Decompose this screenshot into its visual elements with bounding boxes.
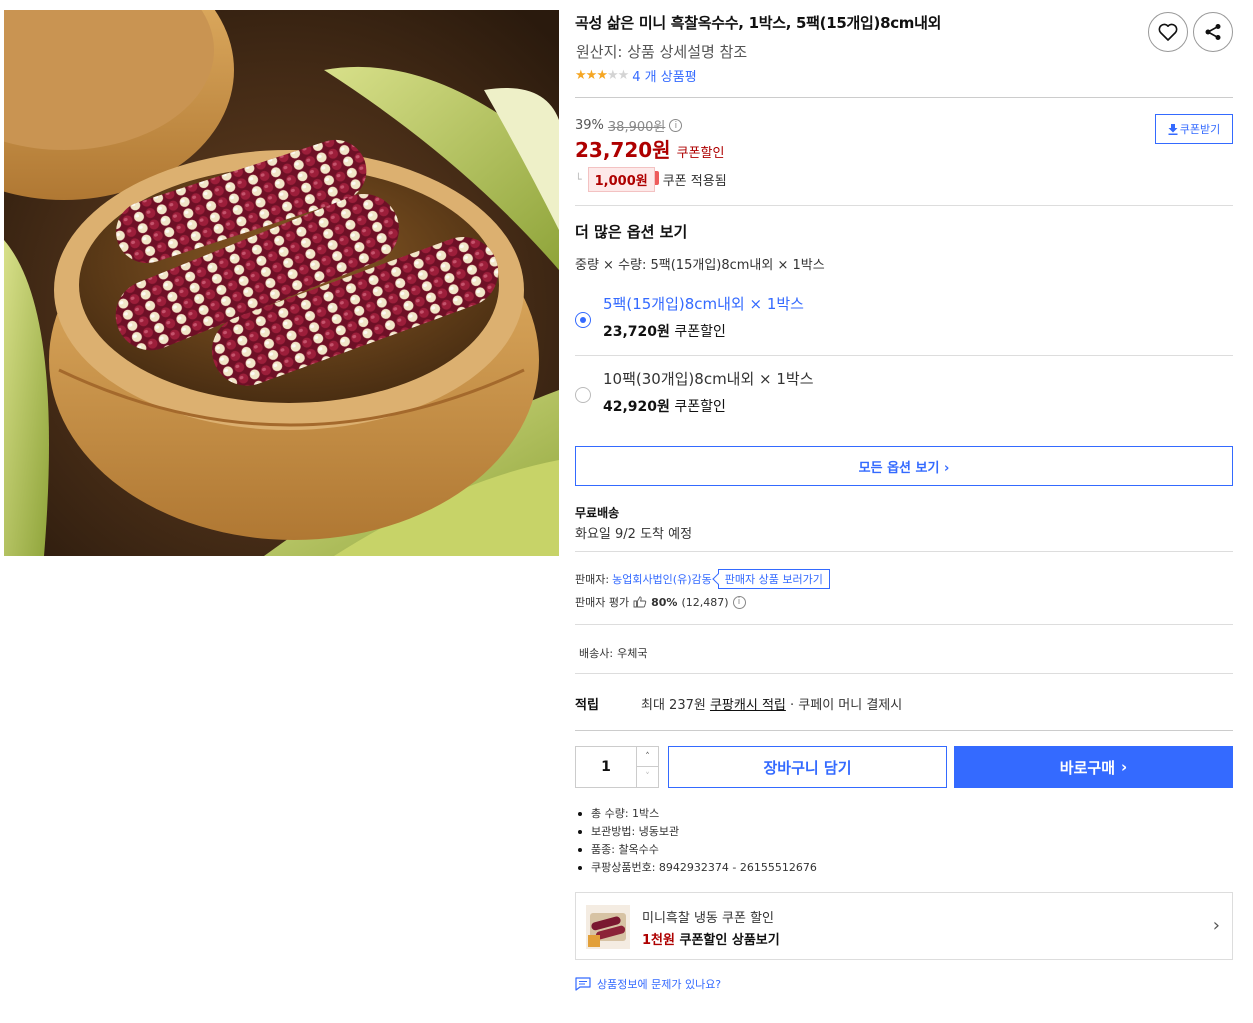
promo-thumbnail bbox=[586, 905, 630, 949]
option-price: 42,920원 bbox=[603, 399, 670, 415]
get-coupon-button[interactable]: 쿠폰받기 bbox=[1155, 114, 1233, 144]
review-count-link[interactable]: 4 개 상품평 bbox=[632, 66, 696, 85]
divider bbox=[575, 97, 1233, 98]
coupon-promo-banner[interactable]: 미니흑찰 냉동 쿠폰 할인 1천원 쿠폰할인 상품보기 › bbox=[575, 892, 1233, 960]
radio-unselected-icon[interactable] bbox=[575, 387, 591, 403]
star-empty-icon: ★ bbox=[606, 68, 619, 83]
seller-name-link[interactable]: 농업회사법인(유)감동 bbox=[612, 571, 712, 587]
option-item-5pack[interactable]: 5팩(15개입)8cm내외 × 1박스 23,720원 쿠폰할인 bbox=[575, 283, 1233, 355]
divider bbox=[575, 730, 1233, 731]
report-link-label: 상품정보에 문제가 있나요? bbox=[597, 978, 722, 991]
carrier-name: 우체국 bbox=[617, 647, 648, 660]
star-icon: ★ bbox=[585, 68, 598, 83]
tree-connector-icon: └ bbox=[575, 173, 582, 186]
list-item: 품종: 찰옥수수 bbox=[575, 841, 817, 859]
reward-text: 최대 237원 쿠팡캐시 적립 · 쿠페이 머니 결제시 bbox=[641, 694, 902, 713]
chevron-right-icon: › bbox=[1121, 758, 1128, 776]
share-icon bbox=[1205, 24, 1221, 40]
arrival-date: 화요일 9/2 도착 예정 bbox=[575, 527, 693, 542]
sale-price-label: 쿠폰할인 bbox=[676, 146, 725, 161]
chat-icon bbox=[575, 977, 591, 991]
reward-amount: 최대 237원 bbox=[641, 698, 706, 713]
radio-selected-icon[interactable] bbox=[575, 312, 591, 328]
quantity-increase-button[interactable]: ˄ bbox=[636, 747, 658, 767]
product-image[interactable] bbox=[4, 10, 559, 556]
divider bbox=[575, 673, 1233, 674]
divider bbox=[575, 624, 1233, 625]
divider bbox=[575, 551, 1233, 552]
seller-products-button[interactable]: 판매자 상품 보러가기 bbox=[717, 569, 830, 589]
product-details-list: 총 수량: 1박스 보관방법: 냉동보관 품종: 찰옥수수 쿠팡상품번호: 89… bbox=[575, 805, 817, 877]
list-item: 보관방법: 냉동보관 bbox=[575, 823, 817, 841]
info-icon[interactable]: i bbox=[669, 119, 683, 132]
option-price-label: 쿠폰할인 bbox=[674, 399, 726, 415]
carrier-row: 배송사: 우체국 bbox=[575, 645, 647, 661]
seller-label: 판매자: bbox=[575, 573, 610, 586]
list-item: 총 수량: 1박스 bbox=[575, 805, 817, 823]
divider bbox=[575, 355, 1233, 356]
option-item-10pack[interactable]: 10팩(30개입)8cm내외 × 1박스 42,920원 쿠폰할인 bbox=[575, 358, 1233, 430]
option-selection-summary: 중량 × 수량: 5팩(15개입)8cm내외 × 1박스 bbox=[575, 258, 825, 273]
view-all-options-button[interactable]: 모든 옵션 보기 › bbox=[575, 446, 1233, 486]
promo-title: 미니흑찰 냉동 쿠폰 할인 bbox=[642, 911, 774, 926]
rating-row: ★★★★★ 4 개 상품평 bbox=[575, 66, 697, 85]
buy-now-button[interactable]: 바로구매 › bbox=[954, 746, 1233, 788]
star-rating: ★★★★★ bbox=[575, 68, 630, 83]
option-name: 5팩(15개입)8cm내외 × 1박스 bbox=[603, 295, 804, 313]
divider bbox=[575, 205, 1233, 206]
sale-price-row: 23,720원 쿠폰할인 bbox=[575, 134, 724, 163]
option-price-label: 쿠폰할인 bbox=[674, 324, 726, 340]
reward-condition: · 쿠페이 머니 결제시 bbox=[790, 698, 903, 713]
star-icon: ★ bbox=[575, 68, 587, 83]
quantity-decrease-button[interactable]: ˅ bbox=[636, 767, 658, 787]
free-shipping-label: 무료배송 bbox=[575, 506, 620, 520]
coupang-cash-link[interactable]: 쿠팡캐시 적립 bbox=[710, 698, 786, 713]
wishlist-button[interactable] bbox=[1148, 12, 1188, 52]
add-to-cart-button[interactable]: 장바구니 담기 bbox=[668, 746, 947, 788]
coupon-applied-row: └ 1,000원 쿠폰 적용됨 bbox=[575, 167, 727, 192]
download-icon bbox=[1168, 123, 1178, 135]
heart-icon bbox=[1158, 23, 1178, 41]
option-price: 23,720원 bbox=[603, 324, 670, 340]
discount-row: 39% 38,900원 i bbox=[575, 116, 683, 135]
promo-highlight: 1천원 bbox=[642, 933, 675, 948]
get-coupon-label: 쿠폰받기 bbox=[1179, 123, 1221, 136]
seller-rating-percent: 80% bbox=[651, 595, 678, 609]
share-button[interactable] bbox=[1193, 12, 1233, 52]
promo-subtitle-rest: 쿠폰할인 상품보기 bbox=[674, 933, 780, 948]
list-item: 쿠팡상품번호: 8942932374 - 26155512676 bbox=[575, 859, 817, 877]
seller-row: 판매자: 농업회사법인(유)감동 판매자 상품 보러가기 bbox=[575, 569, 830, 589]
quantity-stepper[interactable]: 1 ˄ ˅ bbox=[575, 746, 659, 788]
origin-text: 원산지: 상품 상세설명 참조 bbox=[576, 43, 748, 61]
option-name: 10팩(30개입)8cm내외 × 1박스 bbox=[603, 370, 814, 388]
discount-rate: 39% bbox=[575, 118, 604, 133]
seller-rating-label: 판매자 평가 bbox=[575, 596, 630, 609]
info-icon[interactable]: i bbox=[732, 595, 746, 609]
seller-rating-count: (12,487) bbox=[681, 595, 729, 609]
original-price: 38,900원 bbox=[607, 120, 666, 135]
chevron-right-icon: › bbox=[1212, 915, 1220, 936]
quantity-input[interactable]: 1 bbox=[576, 747, 636, 787]
option-price-row: 42,920원 쿠폰할인 bbox=[603, 396, 726, 416]
coupon-applied-text: 쿠폰 적용됨 bbox=[662, 174, 727, 189]
buy-now-label: 바로구매 bbox=[1059, 758, 1115, 777]
promo-subtitle: 1천원 쿠폰할인 상품보기 bbox=[642, 929, 780, 948]
star-icon: ★ bbox=[596, 68, 608, 83]
thumbs-up-icon bbox=[633, 596, 647, 608]
coupon-amount-badge: 1,000원 bbox=[587, 167, 659, 192]
carrier-label: 배송사: bbox=[579, 647, 614, 660]
star-empty-icon: ★ bbox=[617, 68, 630, 83]
report-product-info-link[interactable]: 상품정보에 문제가 있나요? bbox=[575, 976, 721, 992]
more-options-title: 더 많은 옵션 보기 bbox=[575, 223, 688, 241]
reward-label: 적립 bbox=[575, 698, 599, 713]
seller-rating-row: 판매자 평가 80% (12,487) i bbox=[575, 594, 746, 610]
product-title: 곡성 삶은 미니 흑찰옥수수, 1박스, 5팩(15개입)8cm내외 bbox=[575, 14, 942, 32]
sale-price: 23,720원 bbox=[575, 138, 671, 162]
option-price-row: 23,720원 쿠폰할인 bbox=[603, 321, 726, 341]
